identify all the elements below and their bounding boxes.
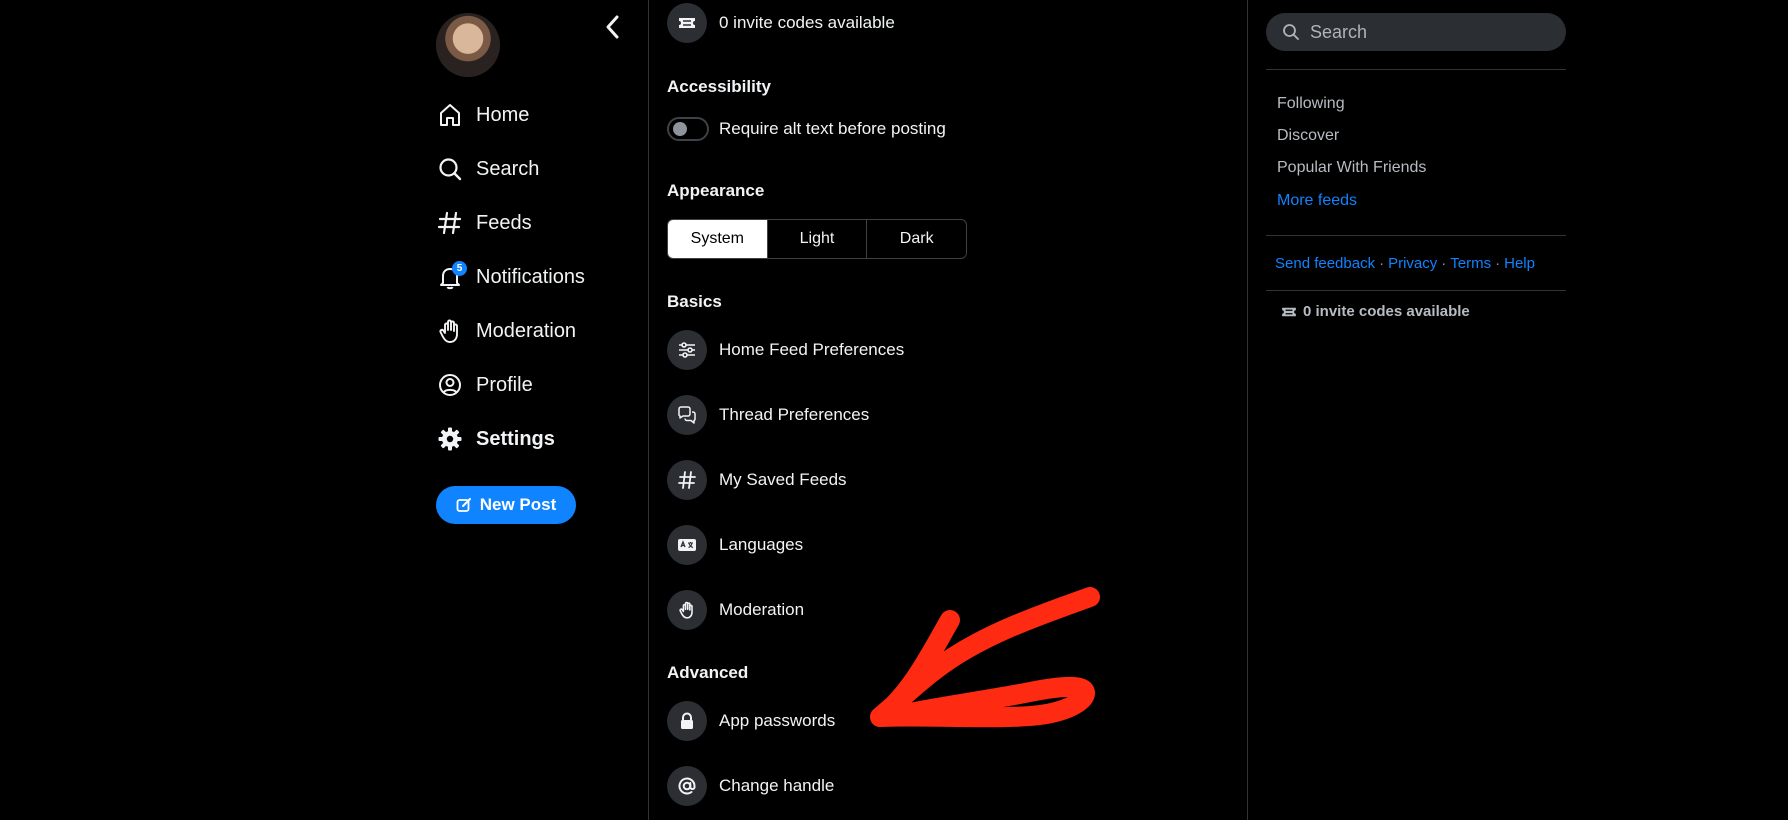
- gear-icon: [436, 425, 464, 453]
- chat-bubbles-icon: [667, 395, 707, 435]
- toggle-switch[interactable]: [667, 117, 709, 141]
- settings-item-thread-preferences[interactable]: Thread Preferences: [667, 395, 869, 435]
- hashtag-icon: [667, 460, 707, 500]
- new-post-label: New Post: [479, 495, 557, 514]
- nav-item-feeds[interactable]: Feeds: [436, 203, 532, 243]
- notification-count-badge: 5: [452, 261, 467, 276]
- hand-icon: [436, 317, 464, 345]
- avatar[interactable]: [436, 13, 500, 77]
- nav-label: Moderation: [476, 319, 577, 342]
- invite-codes-label: 0 invite codes available: [719, 13, 895, 32]
- user-circle-icon: [436, 371, 464, 399]
- nav-label: Notifications: [476, 265, 585, 288]
- settings-item-label: Change handle: [719, 776, 835, 795]
- chevron-left-icon: [606, 15, 619, 39]
- right-divider-bottom: [1266, 290, 1566, 291]
- feed-link-popular-with-friends[interactable]: Popular With Friends: [1277, 159, 1426, 177]
- collapse-sidebar-button[interactable]: [602, 13, 624, 41]
- settings-item-label: Home Feed Preferences: [719, 340, 905, 359]
- left-divider: [648, 0, 649, 820]
- settings-item-home-feed-preferences[interactable]: Home Feed Preferences: [667, 330, 904, 370]
- settings-item-label: My Saved Feeds: [719, 470, 847, 489]
- right-divider-middle: [1266, 235, 1566, 236]
- help-link[interactable]: Help: [1504, 255, 1535, 272]
- settings-item-label: App passwords: [719, 711, 836, 730]
- invite-codes-row[interactable]: 0 invite codes available: [667, 3, 895, 43]
- separator-dot: ·: [1379, 255, 1385, 272]
- privacy-link[interactable]: Privacy: [1388, 255, 1437, 272]
- invite-codes-label: 0 invite codes available: [1303, 303, 1470, 320]
- separator-dot: ·: [1441, 255, 1447, 272]
- settings-item-label: Thread Preferences: [719, 405, 870, 424]
- appearance-option-dark[interactable]: Dark: [867, 220, 966, 258]
- nav-label: Search: [476, 157, 540, 180]
- settings-item-languages[interactable]: Languages: [667, 525, 803, 565]
- separator-dot: ·: [1495, 255, 1501, 272]
- more-feeds-link[interactable]: More feeds: [1277, 192, 1357, 210]
- appearance-option-system[interactable]: System: [668, 220, 768, 258]
- section-title-appearance: Appearance: [667, 181, 765, 200]
- annotation-arrow-icon: [870, 587, 1100, 728]
- section-title-accessibility: Accessibility: [667, 77, 771, 96]
- right-divider-top: [1266, 69, 1566, 70]
- settings-item-change-handle[interactable]: Change handle: [667, 766, 834, 806]
- invite-codes-widget[interactable]: 0 invite codes available: [1281, 303, 1470, 320]
- nav-label: Settings: [476, 427, 555, 450]
- right-divider: [1247, 0, 1248, 820]
- nav-item-notifications[interactable]: 5 Notifications: [436, 257, 585, 297]
- settings-item-moderation[interactable]: Moderation: [667, 590, 804, 630]
- nav-label: Home: [476, 103, 530, 126]
- settings-item-app-passwords[interactable]: App passwords: [667, 701, 835, 741]
- search-box[interactable]: [1266, 13, 1566, 51]
- ticket-icon: [667, 3, 707, 43]
- section-title-advanced: Advanced: [667, 663, 749, 682]
- search-icon: [436, 155, 464, 183]
- settings-item-my-saved-feeds[interactable]: My Saved Feeds: [667, 460, 847, 500]
- at-sign-icon: [667, 766, 707, 806]
- nav-label: Profile: [476, 373, 533, 396]
- send-feedback-link[interactable]: Send feedback: [1275, 255, 1375, 272]
- new-post-button[interactable]: New Post: [436, 486, 576, 524]
- section-title-basics: Basics: [667, 292, 722, 311]
- terms-link[interactable]: Terms: [1450, 255, 1491, 272]
- settings-item-label: Languages: [719, 535, 804, 554]
- feed-link-following[interactable]: Following: [1277, 95, 1345, 113]
- require-alt-text-toggle[interactable]: Require alt text before posting: [667, 117, 946, 141]
- ticket-icon: [1282, 307, 1296, 316]
- nav-item-profile[interactable]: Profile: [436, 365, 533, 405]
- nav-item-home[interactable]: Home: [436, 95, 529, 135]
- feed-link-discover[interactable]: Discover: [1277, 127, 1339, 145]
- search-input[interactable]: [1308, 20, 1542, 44]
- bell-icon: 5: [436, 261, 467, 291]
- nav-label: Feeds: [476, 211, 532, 234]
- nav-item-moderation[interactable]: Moderation: [436, 311, 576, 351]
- hand-icon: [667, 590, 707, 630]
- compose-icon: [456, 498, 471, 512]
- appearance-segmented-control: System Light Dark: [667, 219, 967, 259]
- language-card-icon: [667, 525, 707, 565]
- search-icon: [1283, 24, 1299, 40]
- toggle-label: Require alt text before posting: [719, 119, 946, 138]
- footer-links: Send feedback · Privacy · Terms · Help: [1275, 255, 1535, 272]
- sliders-icon: [667, 330, 707, 370]
- nav-item-search[interactable]: Search: [436, 149, 539, 189]
- lock-icon: [667, 701, 707, 741]
- hashtag-icon: [436, 209, 464, 237]
- home-icon: [436, 101, 464, 129]
- settings-item-label: Moderation: [719, 600, 805, 619]
- appearance-option-light[interactable]: Light: [768, 220, 868, 258]
- nav-item-settings[interactable]: Settings: [436, 419, 555, 459]
